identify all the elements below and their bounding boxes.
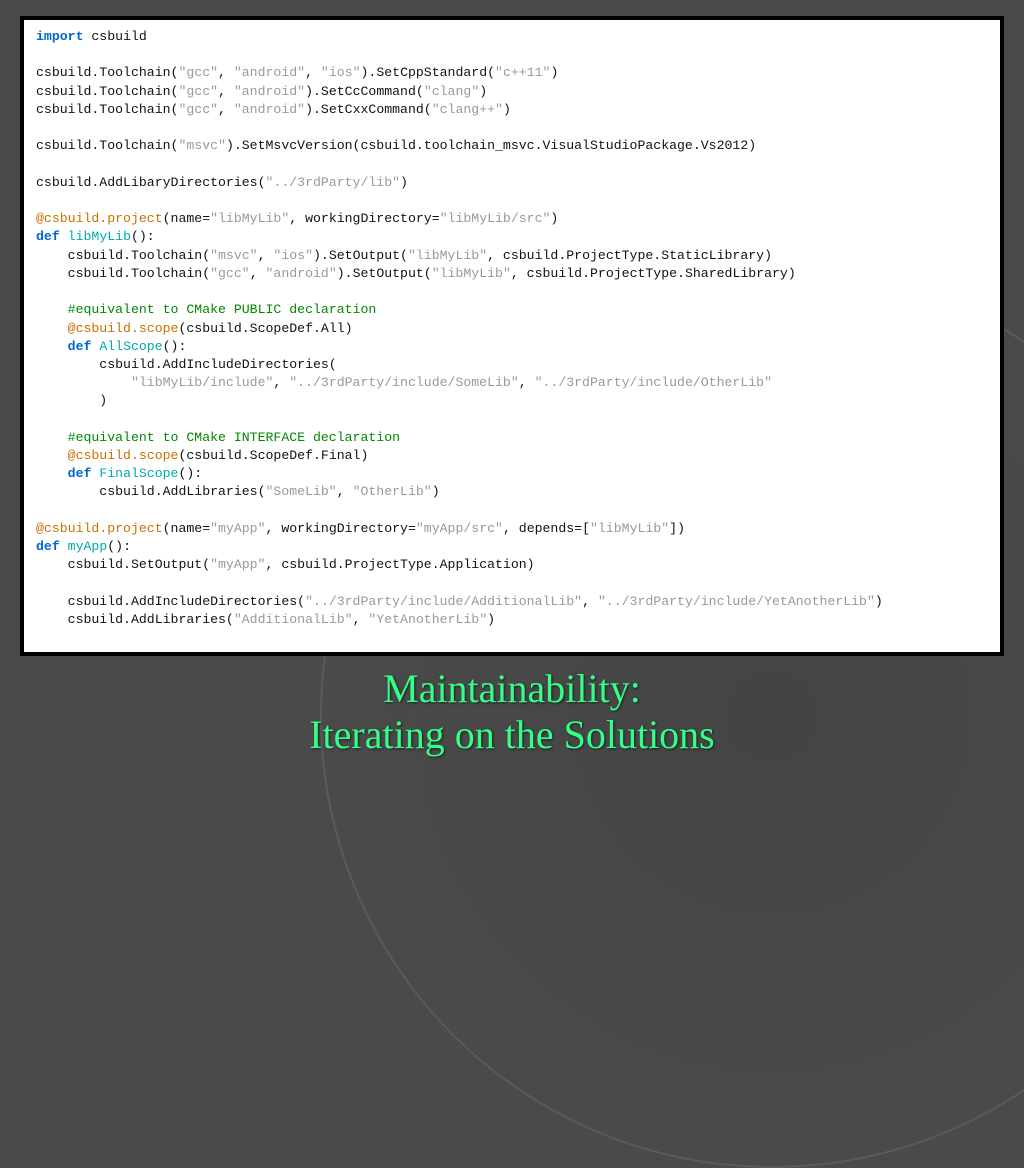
code-panel: import csbuild csbuild.Toolchain("gcc", … (20, 16, 1004, 656)
slide-title-wrap: Maintainability: Iterating on the Soluti… (0, 666, 1024, 758)
keyword: import (36, 29, 83, 44)
slide-title-line2: Iterating on the Solutions (0, 712, 1024, 758)
code-content: import csbuild csbuild.Toolchain("gcc", … (36, 28, 988, 629)
slide-title-line1: Maintainability: (0, 666, 1024, 712)
